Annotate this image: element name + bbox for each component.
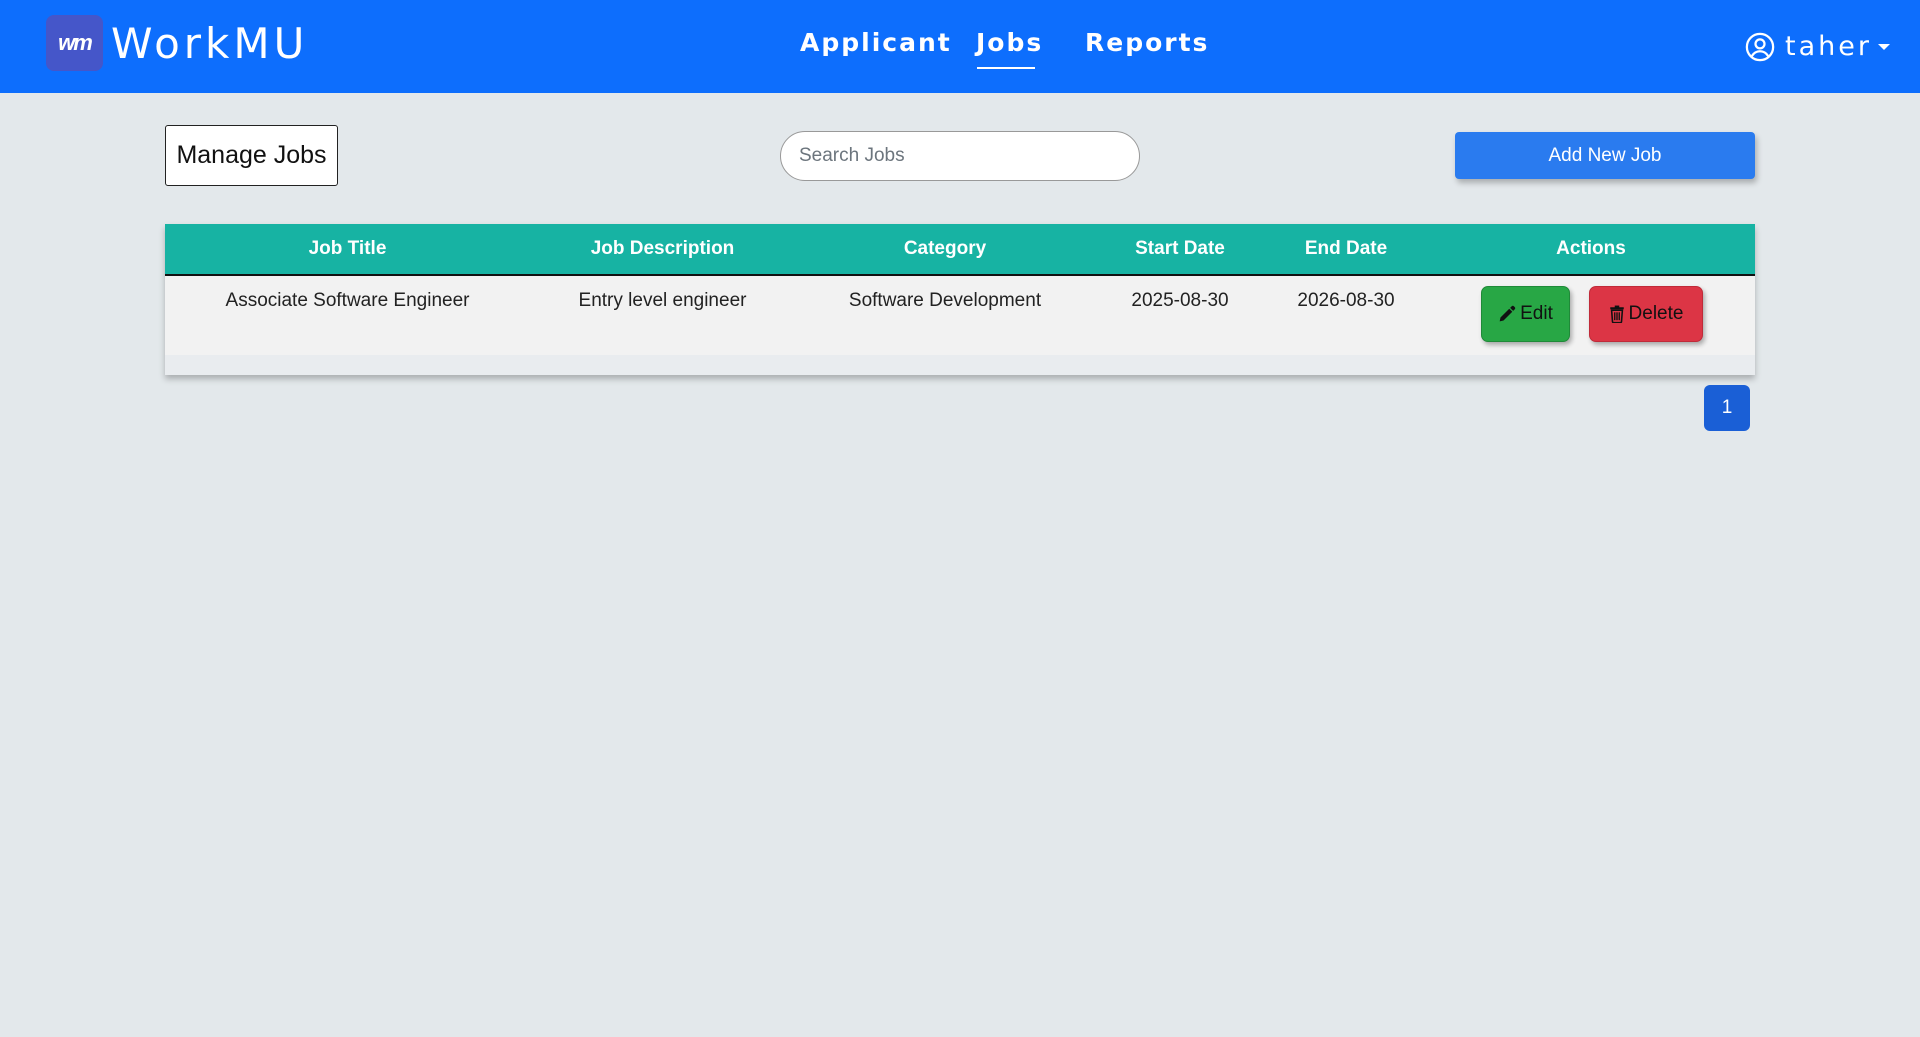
page-title: Manage Jobs xyxy=(165,125,338,186)
pagination-page-1[interactable]: 1 xyxy=(1704,385,1750,431)
user-circle-icon xyxy=(1745,32,1775,61)
cell-end-date: 2026-08-30 xyxy=(1297,290,1395,311)
column-header-category: Category xyxy=(903,238,987,259)
edit-button[interactable]: Edit xyxy=(1481,286,1570,342)
delete-button-label: Delete xyxy=(1628,303,1684,324)
nav-item-jobs[interactable]: Jobs xyxy=(976,28,1043,57)
main-nav: Applicant Jobs Reports xyxy=(0,28,1920,69)
delete-button[interactable]: Delete xyxy=(1589,286,1703,342)
nav-item-reports[interactable]: Reports xyxy=(1085,28,1209,57)
column-header-start-date: Start Date xyxy=(1135,238,1225,259)
top-navbar: wm WorkMU Applicant Jobs Reports taher xyxy=(0,0,1920,93)
user-menu[interactable]: taher xyxy=(1745,31,1890,62)
column-header-job-description: Job Description xyxy=(590,238,735,259)
trash-icon xyxy=(1609,305,1624,323)
add-new-job-button[interactable]: Add New Job xyxy=(1455,132,1755,179)
active-nav-indicator xyxy=(977,67,1035,69)
table-row: Associate Software Engineer Entry level … xyxy=(165,276,1755,355)
chevron-down-icon xyxy=(1878,43,1890,50)
pencil-icon xyxy=(1499,305,1516,322)
edit-button-label: Edit xyxy=(1520,303,1553,324)
column-header-actions: Actions xyxy=(1556,238,1626,259)
cell-start-date: 2025-08-30 xyxy=(1131,290,1229,311)
search-input[interactable] xyxy=(780,131,1140,181)
user-name: taher xyxy=(1785,31,1872,62)
cell-job-title: Associate Software Engineer xyxy=(225,290,470,311)
jobs-table: Job Title Job Description Category Start… xyxy=(165,224,1755,375)
column-header-job-title: Job Title xyxy=(308,238,387,259)
column-header-end-date: End Date xyxy=(1304,238,1388,259)
cell-category: Software Development xyxy=(848,290,1042,311)
nav-item-applicant[interactable]: Applicant xyxy=(800,28,952,57)
cell-job-description: Entry level engineer xyxy=(578,290,747,311)
table-header: Job Title Job Description Category Start… xyxy=(165,224,1755,276)
